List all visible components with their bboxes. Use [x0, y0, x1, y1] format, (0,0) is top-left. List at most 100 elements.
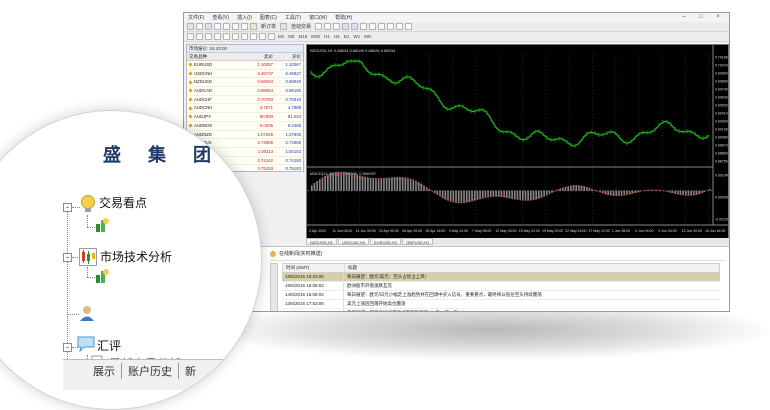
timeframe-m5[interactable]: M5: [287, 34, 295, 39]
timeframe-h4[interactable]: H4: [333, 34, 341, 39]
bar-chart-icon[interactable]: [315, 23, 322, 30]
navigator-magnifier: 盛集团 - 交易看点 - 市场技术分析: [0, 110, 262, 410]
symbol-diamond-icon: [188, 80, 192, 84]
vertical-line-icon[interactable]: [205, 33, 212, 40]
autotrade-button[interactable]: 自动交易: [289, 23, 313, 30]
price-tick-label: 0.69190: [715, 128, 728, 132]
price-chart[interactable]: NZDUSD,H1 0.68034 0.68049 0.68026 0.6803…: [306, 44, 729, 239]
chart-tab[interactable]: NZDUSD,H1: [306, 238, 337, 245]
nav-item-market-technical-analysis[interactable]: 市场技术分析: [100, 248, 172, 265]
indicators-icon[interactable]: [387, 23, 394, 30]
news-row[interactable]: 13/6/2016 17:53:06美元上涨后回落开始高位震荡: [282, 300, 720, 309]
market-watch-icon[interactable]: [205, 23, 212, 30]
menu-chart[interactable]: 图表(C): [256, 14, 281, 21]
fibonacci-icon[interactable]: [241, 33, 248, 40]
news-title: 每日展望：欧元/美元：空头占优占上风！: [344, 273, 720, 281]
menu-tools[interactable]: 工具(T): [281, 14, 305, 21]
templates-icon[interactable]: [405, 23, 412, 30]
chart-tabs: NZDUSD,H1 USDCAD,H4 EURUSD,H1 GBPUSD,H1: [306, 238, 729, 245]
channel-icon[interactable]: [232, 33, 239, 40]
date-tick-label: 4 Jun 04:00: [635, 229, 653, 233]
minimize-icon[interactable]: –: [677, 14, 691, 20]
expand-toggle[interactable]: -: [63, 343, 72, 352]
cursor-icon[interactable]: [187, 33, 194, 40]
new-order-icon[interactable]: [250, 23, 257, 30]
nav-item-commentary[interactable]: 汇评: [97, 337, 121, 354]
text-icon[interactable]: [250, 33, 257, 40]
date-tick-label: 16 Jun 16:00: [705, 229, 725, 233]
timeframe-w1[interactable]: W1: [352, 34, 361, 39]
terminal-icon[interactable]: [232, 23, 239, 30]
menu-insert[interactable]: 插入(I): [233, 14, 256, 21]
macd-bar: [541, 191, 543, 198]
line-chart-icon[interactable]: [333, 23, 340, 30]
chart-tab[interactable]: EURUSD,H1: [370, 238, 401, 245]
news-row[interactable]: 15/6/2016 16:08:02欧洲股市开盘涨跌互见: [282, 282, 720, 291]
tile-windows-icon[interactable]: [360, 23, 367, 30]
new-order-button[interactable]: 新订单: [259, 23, 278, 30]
menu-window[interactable]: 窗口(W): [305, 14, 331, 21]
autoscroll-icon[interactable]: [378, 23, 385, 30]
tab-new[interactable]: 新: [179, 363, 202, 379]
news-row[interactable]: 15/6/2016 16:23:00每日展望：欧元/美元：空头占优占上风！: [282, 273, 720, 282]
column-title[interactable]: 标题: [345, 264, 719, 272]
news-time: 13/6/2016 16:40:40: [282, 309, 344, 312]
periods-icon[interactable]: [396, 23, 403, 30]
market-watch-row[interactable]: AUDCAD0.980640.98100: [187, 87, 303, 96]
timeframe-h1[interactable]: H1: [323, 34, 331, 39]
maximize-icon[interactable]: □: [694, 14, 708, 20]
profiles-icon[interactable]: [196, 23, 203, 30]
label-icon[interactable]: [259, 33, 266, 40]
symbol-name: AUDCHF: [194, 96, 212, 104]
candlestick-icon[interactable]: [324, 23, 331, 30]
price-tick-label: 0.68860: [715, 152, 728, 156]
terminal-scrollbar[interactable]: [270, 263, 278, 312]
timeframe-d1[interactable]: D1: [343, 34, 351, 39]
menu-help[interactable]: 帮助(H): [331, 14, 356, 21]
market-watch-row[interactable]: EURUSD1.100571.10067: [187, 61, 303, 70]
crosshair-icon[interactable]: [196, 33, 203, 40]
market-watch-row[interactable]: USDCNH6.457376.45827: [187, 70, 303, 79]
symbol-diamond-icon: [188, 63, 192, 67]
macd-bar: [557, 190, 559, 191]
chart-tab[interactable]: GBPUSD,H1: [402, 238, 433, 245]
timeframe-m1[interactable]: M1: [277, 34, 285, 39]
close-icon[interactable]: ×: [711, 14, 725, 20]
date-tick-label: 30 Apr 16:00: [425, 229, 445, 233]
tab-display[interactable]: 展示: [87, 363, 122, 379]
market-watch-row[interactable]: NZDUSD0.680340.68049: [187, 78, 303, 87]
arrow-icon[interactable]: [268, 33, 275, 40]
timeframe-mn[interactable]: MN: [363, 34, 372, 39]
news-title: 欧洲股市开盘涨跌互见: [344, 282, 720, 290]
market-watch-row[interactable]: AUDCHF0.707830.70819: [187, 96, 303, 105]
menu-view[interactable]: 查看(V): [208, 14, 233, 21]
horizontal-line-icon[interactable]: [214, 33, 221, 40]
timeframe-m30[interactable]: M30: [310, 34, 321, 39]
price-tick-label: 0.69850: [715, 80, 728, 84]
column-ask[interactable]: 买价: [273, 53, 303, 60]
date-tick-label: 11 Jun 06:00: [332, 229, 352, 233]
data-window-icon[interactable]: [214, 23, 221, 30]
column-time[interactable]: 时间 (GMT): [283, 264, 345, 272]
news-row[interactable]: 13/6/2016 16:40:40每日展望：每日全球经济技术面趋势预测（6月1…: [282, 309, 720, 312]
navigator-icon[interactable]: [223, 23, 230, 30]
column-symbol[interactable]: 交易品种: [187, 53, 239, 60]
tab-account-history[interactable]: 账户历史: [122, 363, 179, 379]
expand-toggle[interactable]: -: [63, 253, 72, 262]
timeframe-m15[interactable]: M15: [298, 34, 309, 39]
news-row[interactable]: 14/6/2016 15:08:02每日展望：欧元/日元小幅走上涨趋势并在回调中…: [282, 291, 720, 300]
autotrade-icon[interactable]: [280, 23, 287, 30]
zoom-in-icon[interactable]: [342, 23, 349, 30]
new-chart-icon[interactable]: [187, 23, 194, 30]
trendline-icon[interactable]: [223, 33, 230, 40]
nav-item-trading-insights[interactable]: 交易看点: [99, 194, 147, 211]
chart-tab[interactable]: USDCAD,H4: [338, 238, 369, 245]
speech-bubble-icon: [76, 335, 96, 353]
menu-file[interactable]: 文件(F): [184, 14, 208, 21]
news-icon: [270, 251, 276, 257]
zoom-out-icon[interactable]: [351, 23, 358, 30]
chart-shift-icon[interactable]: [369, 23, 376, 30]
column-bid[interactable]: 卖价: [239, 53, 273, 60]
strategy-tester-icon[interactable]: [241, 23, 248, 30]
expand-toggle[interactable]: -: [63, 203, 72, 212]
